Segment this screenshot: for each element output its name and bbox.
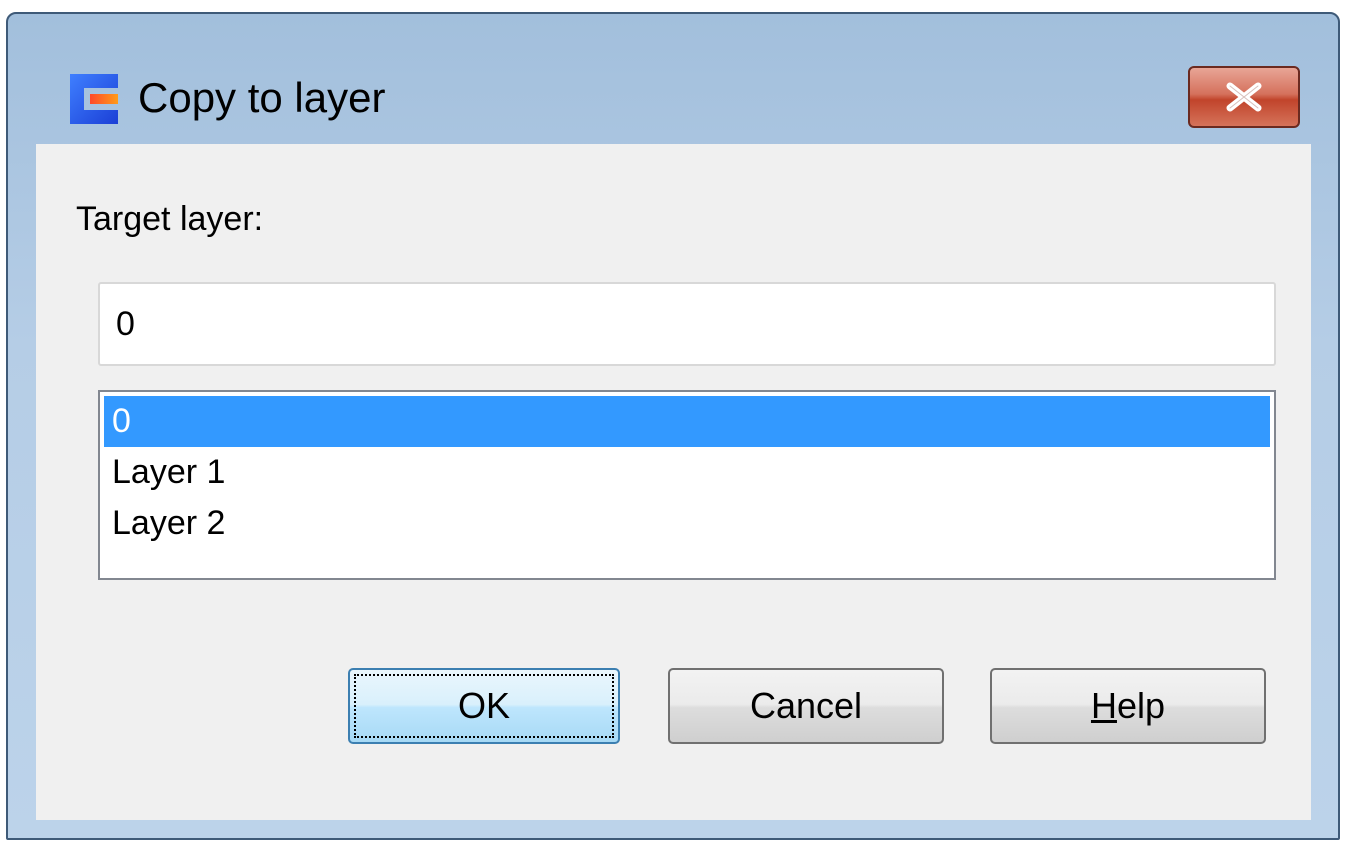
help-button-label: elp	[1116, 685, 1166, 726]
list-item[interactable]: Layer 1	[104, 447, 1270, 498]
help-accelerator-key: H	[1090, 685, 1117, 726]
ok-button-label: OK	[457, 685, 510, 726]
title-bar[interactable]: Copy to layer	[8, 14, 1338, 144]
close-icon	[1226, 82, 1262, 112]
dialog-body: Target layer: 0 Layer 1 Layer 2 OK Cance…	[36, 144, 1311, 820]
app-logo-icon	[70, 74, 118, 124]
window-title: Copy to layer	[138, 74, 386, 121]
close-button[interactable]	[1188, 66, 1300, 128]
layer-listbox[interactable]: 0 Layer 1 Layer 2	[98, 390, 1276, 580]
help-button[interactable]: Help	[990, 668, 1266, 744]
target-layer-input[interactable]	[98, 282, 1276, 366]
target-layer-label: Target layer:	[76, 200, 264, 238]
list-item[interactable]: 0	[104, 396, 1270, 447]
list-item[interactable]: Layer 2	[104, 498, 1270, 549]
dialog-window: Copy to layer Target layer: 0 Layer 1 La…	[6, 12, 1340, 840]
cancel-button-label: Cancel	[749, 685, 863, 726]
cancel-button[interactable]: Cancel	[668, 668, 944, 744]
ok-button[interactable]: OK	[348, 668, 620, 744]
